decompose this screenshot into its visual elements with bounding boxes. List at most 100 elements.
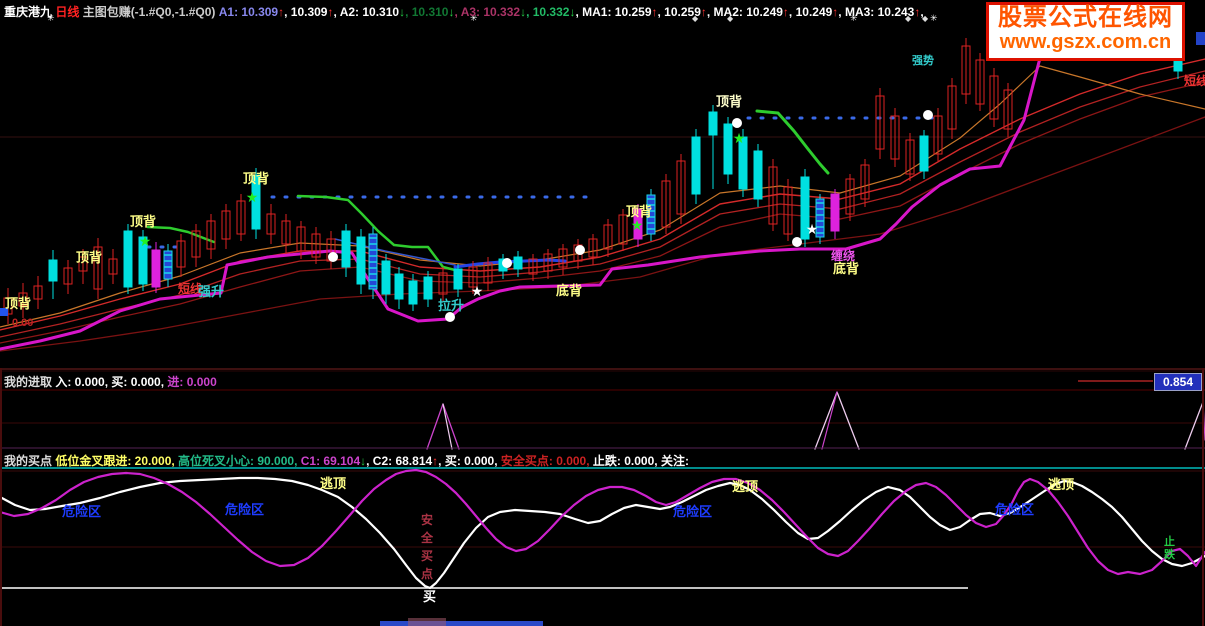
bottom-strip bbox=[408, 618, 446, 626]
candle bbox=[513, 256, 523, 270]
panel-jinqu-label-row: 我的进取 入: 0.000, 买: 0.000, 进: 0.000 bbox=[4, 373, 1144, 390]
maidian-segment: , 买: 0.000, bbox=[438, 454, 501, 468]
header-segment: , 10.259 bbox=[657, 5, 701, 19]
white-dot-marker bbox=[732, 118, 742, 128]
chart-label-vertical: 买 bbox=[421, 549, 433, 563]
chart-label: 顶背 bbox=[76, 250, 102, 265]
candle bbox=[341, 230, 351, 268]
chart-label: 逃顶 bbox=[1048, 477, 1074, 492]
header-segment: , MA2: 10.249 bbox=[706, 5, 783, 19]
chart-label: 逃顶 bbox=[320, 476, 346, 491]
candle bbox=[123, 230, 133, 288]
header-segment: , 10.310 bbox=[405, 5, 449, 19]
candle bbox=[830, 193, 840, 232]
panel-maidian-label-row: 我的买点 低位金叉跟进: 20.000, 高位死叉小心: 90.000, C1:… bbox=[4, 452, 1199, 469]
candlestick-chart[interactable]: ★★★★★★顶背0.00顶背顶背短线强升顶背拉升底背顶背顶背缠绕底背强势短线✳ ✳… bbox=[0, 0, 1205, 626]
header-segment: , 10.309 bbox=[284, 5, 328, 19]
candle bbox=[753, 150, 763, 200]
chart-label-vertical: 跌 bbox=[1164, 547, 1176, 561]
signal-triangle bbox=[814, 391, 860, 450]
candle bbox=[453, 268, 463, 290]
chart-label: 危险区 bbox=[62, 504, 101, 519]
candle bbox=[408, 280, 418, 305]
chart-label: 危险区 bbox=[225, 502, 264, 517]
chart-label-vertical: 全 bbox=[420, 530, 434, 545]
candle bbox=[708, 111, 718, 136]
chart-label-vertical: 安 bbox=[421, 512, 433, 527]
candle bbox=[691, 136, 701, 195]
white-dot-marker bbox=[575, 245, 585, 255]
maidian-segment: 安全买点: 0.000, bbox=[500, 454, 593, 468]
candle bbox=[356, 236, 366, 285]
chart-label: 危险区 bbox=[995, 502, 1034, 517]
header-segment: 日线 bbox=[52, 5, 83, 19]
white-dot-marker bbox=[502, 258, 512, 268]
chart-label-vertical: 点 bbox=[421, 566, 433, 581]
signal-star: ★ bbox=[631, 217, 644, 233]
header-segment: , A2: 10.310 bbox=[333, 5, 400, 19]
trend-magenta-line bbox=[0, 25, 1050, 351]
chart-label: 顶背 bbox=[5, 296, 31, 311]
chart-label: 短线 bbox=[1184, 73, 1205, 88]
maidian-segment: , C2: 68.814 bbox=[366, 454, 433, 468]
header-segment: 重庆港九 bbox=[4, 5, 53, 19]
chart-label: 顶背 bbox=[626, 204, 652, 219]
maidian-segment: C1: 69.104 bbox=[300, 454, 361, 468]
bottom-strip bbox=[380, 621, 543, 626]
chart-label-vertical: 止 bbox=[1164, 534, 1175, 548]
header-segment: 主图包赚(-1.#Q0,-1.#Q0) bbox=[82, 5, 219, 19]
signal-star: ★ bbox=[471, 283, 484, 299]
maidian-segment: 关注: bbox=[660, 454, 689, 468]
header-segment: , MA1: 10.259 bbox=[575, 5, 652, 19]
maidian-segment: 高位死叉小心: 90.000, bbox=[178, 454, 301, 468]
marker-rect bbox=[1196, 32, 1205, 45]
header-segment: , 10.249 bbox=[788, 5, 833, 19]
chart-label: 顶背 bbox=[716, 94, 742, 109]
signal-triangle-edge bbox=[821, 391, 838, 450]
maidian-segment: 我的买点 bbox=[4, 454, 56, 468]
header-segment: , bbox=[920, 5, 924, 19]
chart-label: 强势 bbox=[912, 53, 934, 67]
white-dot-marker bbox=[328, 252, 338, 262]
candle bbox=[151, 249, 161, 288]
candle bbox=[381, 260, 391, 295]
maidian-segment: 低位金叉跟进: 20.000, bbox=[55, 454, 179, 468]
chart-label: 底背 bbox=[556, 283, 582, 298]
chart-label: 顶背 bbox=[130, 214, 156, 229]
jinqu-segment: 进: 0.000 bbox=[167, 375, 217, 389]
ad-url: www.gszx.com.cn bbox=[999, 31, 1172, 53]
white-dot-marker bbox=[445, 312, 455, 322]
chart-label: 强升 bbox=[198, 284, 224, 299]
chart-label: 顶背 bbox=[243, 171, 269, 186]
jinqu-segment: 我的进取 bbox=[4, 375, 56, 389]
trading-app-window: ★ ★ ★ ★ ★ ★ 顶背 0.00 顶背 顶背 短线 强升 顶背 拉升 底背 顶背 顶背 缠绕 底背 强势 短线 ✳ ✳… bbox=[0, 0, 1205, 626]
jinqu-segment: 买: 0.000, bbox=[111, 375, 168, 389]
chart-label: 危险区 bbox=[673, 504, 712, 519]
signal-star: ★ bbox=[806, 221, 819, 237]
fast-white-line bbox=[0, 476, 1205, 590]
signal-star: ★ bbox=[733, 130, 746, 146]
white-dot-marker bbox=[923, 110, 933, 120]
header-segment: , A3: 10.332 bbox=[454, 5, 521, 19]
chart-label: 0.00 bbox=[12, 317, 33, 329]
green-3-line bbox=[755, 109, 830, 175]
candle bbox=[394, 273, 404, 300]
signal-triangle bbox=[1184, 401, 1204, 450]
header-segment: , 10.332 bbox=[526, 5, 570, 19]
header-segment: , MA3: 10.243 bbox=[838, 5, 915, 19]
ad-banner[interactable]: 股票公式在线网 www.gszx.com.cn bbox=[986, 2, 1185, 61]
signal-triangle bbox=[426, 403, 460, 450]
candle bbox=[919, 135, 929, 172]
jinqu-segment: 入: 0.000, bbox=[55, 375, 112, 389]
ad-title: 股票公式在线网 bbox=[998, 4, 1173, 31]
slow-magenta-line bbox=[0, 468, 1205, 576]
candle bbox=[723, 123, 733, 175]
candle bbox=[423, 276, 433, 300]
chart-label: 拉升 bbox=[438, 298, 464, 313]
white-dot-marker bbox=[792, 237, 802, 247]
chart-label: 买 bbox=[423, 589, 436, 604]
maidian-segment: 止跌: 0.000, bbox=[592, 454, 661, 468]
signal-star: ★ bbox=[246, 189, 259, 205]
jinqu-value-box: 0.854 bbox=[1154, 373, 1202, 391]
candle bbox=[48, 259, 58, 282]
